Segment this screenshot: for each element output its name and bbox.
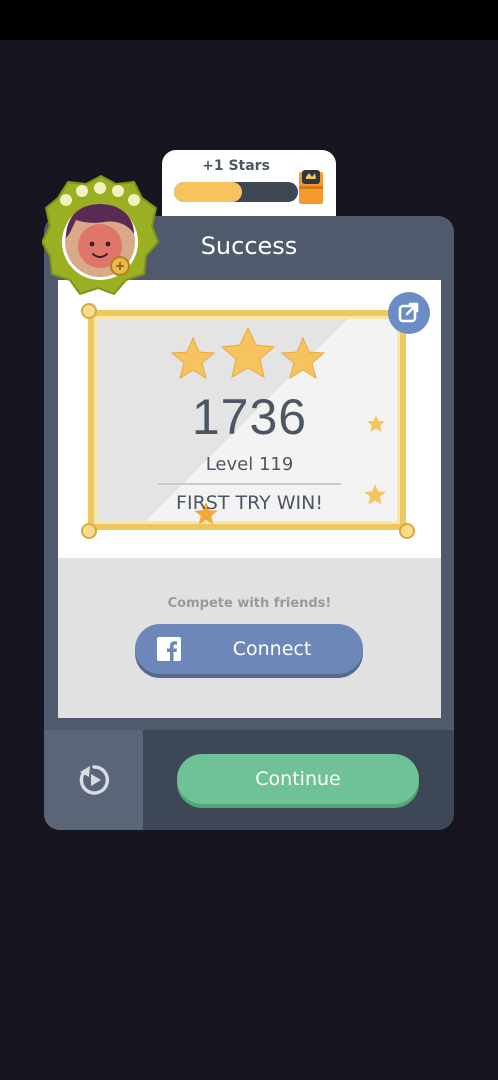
rating-stars: [170, 328, 326, 380]
star-icon: [220, 328, 276, 378]
replay-button[interactable]: [44, 730, 143, 830]
status-bar: [0, 0, 498, 40]
stars-progress-fill: [174, 182, 243, 202]
share-icon: [398, 302, 419, 323]
frame-corner: [81, 523, 97, 539]
avatar-icon: [62, 204, 138, 280]
facebook-connect-button[interactable]: Connect: [135, 624, 363, 674]
frame-corner: [399, 523, 415, 539]
continue-button[interactable]: Continue: [177, 754, 419, 804]
treasure-chest-icon: [299, 170, 323, 204]
stars-progress-label: +1 Stars: [202, 158, 270, 174]
connect-label: Connect: [232, 638, 312, 660]
star-icon: [280, 336, 326, 380]
stars-progress-bar: [174, 182, 298, 202]
avatar-badge: [42, 174, 160, 296]
success-card: Success 1736 Level 119 FIRST TRY WIN! Co…: [44, 216, 454, 830]
result-panel: 1736 Level 119 FIRST TRY WIN! Compete wi…: [58, 280, 441, 718]
score-value: 1736: [191, 389, 308, 445]
star-icon: [170, 336, 216, 380]
level-label: Level 119: [205, 454, 294, 475]
action-bar: Continue: [44, 730, 454, 830]
frame-corner: [81, 303, 97, 319]
facebook-icon: [157, 637, 181, 661]
divider: [158, 483, 341, 485]
replay-icon: [79, 765, 109, 795]
social-section: Compete with friends! Connect: [58, 558, 441, 718]
share-button[interactable]: [388, 292, 430, 334]
first-try-message: FIRST TRY WIN!: [176, 492, 323, 514]
compete-prompt: Compete with friends!: [167, 596, 332, 611]
continue-label: Continue: [255, 768, 341, 790]
